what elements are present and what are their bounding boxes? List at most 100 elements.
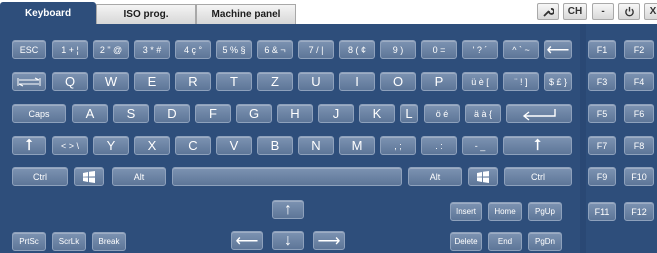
key-arrow-down[interactable]: ↓ <box>272 231 304 250</box>
key-h[interactable]: H <box>277 104 313 123</box>
key-shift-right[interactable]: ⭡ <box>503 136 572 155</box>
key-5[interactable]: 5 % § <box>216 40 252 59</box>
key-pgup[interactable]: PgUp <box>528 202 562 221</box>
key-windows-left[interactable] <box>74 167 104 186</box>
key-k[interactable]: K <box>359 104 395 123</box>
key-9[interactable]: 9 ) <box>380 40 416 59</box>
key-f10[interactable]: F10 <box>624 167 654 186</box>
wrench-icon[interactable] <box>537 3 559 20</box>
keyboard-layout-button[interactable]: CH <box>563 3 587 20</box>
key-r[interactable]: R <box>175 72 211 91</box>
function-key-separator <box>580 24 586 253</box>
key-f7[interactable]: F7 <box>588 136 616 155</box>
key-windows-right[interactable] <box>468 167 498 186</box>
key-i[interactable]: I <box>339 72 375 91</box>
key-v[interactable]: V <box>216 136 252 155</box>
key-arrow-right[interactable]: ⟶ <box>313 231 345 250</box>
key-m[interactable]: M <box>339 136 375 155</box>
key-l[interactable]: L <box>400 104 418 123</box>
key-backspace[interactable]: ⟵ <box>544 40 572 59</box>
key-8[interactable]: 8 ( ¢ <box>339 40 375 59</box>
key-f2[interactable]: F2 <box>624 40 654 59</box>
key-d[interactable]: D <box>154 104 190 123</box>
key-f5[interactable]: F5 <box>588 104 616 123</box>
key-c[interactable]: C <box>175 136 211 155</box>
key-4[interactable]: 4 ç ° <box>175 40 211 59</box>
key-f1[interactable]: F1 <box>588 40 616 59</box>
key-7[interactable]: 7 / | <box>298 40 334 59</box>
key-a[interactable]: A <box>72 104 108 123</box>
key-n[interactable]: N <box>298 136 334 155</box>
arrow-up-icon: ↑ <box>284 200 292 218</box>
key-shift-left[interactable]: ⭡ <box>12 136 46 155</box>
minimize-button[interactable]: - <box>592 3 614 20</box>
key-x[interactable]: X <box>134 136 170 155</box>
key-arrow-up[interactable]: ↑ <box>272 200 304 219</box>
key-comma[interactable]: , ; <box>380 136 416 155</box>
key-b[interactable]: B <box>257 136 293 155</box>
key-home[interactable]: Home <box>488 202 522 221</box>
key-o-umlaut[interactable]: ö é <box>424 104 460 123</box>
key-f11[interactable]: F11 <box>588 202 616 221</box>
key-1[interactable]: 1 + ¦ <box>52 40 88 59</box>
shift-icon: ⭡ <box>533 136 542 154</box>
key-s[interactable]: S <box>113 104 149 123</box>
key-f12[interactable]: F12 <box>624 202 654 221</box>
key-space[interactable] <box>172 167 402 186</box>
key-less-than[interactable]: < > \ <box>52 136 88 155</box>
key-caret[interactable]: ^ ` ~ <box>503 40 539 59</box>
key-ctrl-right[interactable]: Ctrl <box>504 167 572 186</box>
key-f8[interactable]: F8 <box>624 136 654 155</box>
key-f4[interactable]: F4 <box>624 72 654 91</box>
key-alt-right[interactable]: Alt <box>408 167 462 186</box>
tab-keyboard[interactable]: Keyboard <box>0 2 96 24</box>
key-alt-left[interactable]: Alt <box>112 167 166 186</box>
windows-icon <box>477 170 489 183</box>
key-f[interactable]: F <box>195 104 231 123</box>
key-u-umlaut[interactable]: ü è [ <box>462 72 498 91</box>
key-a-umlaut[interactable]: ä à { <box>465 104 501 123</box>
tab-machine-panel[interactable]: Machine panel <box>196 4 296 24</box>
tab-iso-prog[interactable]: ISO prog. <box>96 4 196 24</box>
key-tab[interactable] <box>12 72 46 91</box>
key-3[interactable]: 3 * # <box>134 40 170 59</box>
key-f6[interactable]: F6 <box>624 104 654 123</box>
key-end[interactable]: End <box>488 232 522 251</box>
key-break[interactable]: Break <box>92 232 126 251</box>
key-j[interactable]: J <box>318 104 354 123</box>
key-ctrl-left[interactable]: Ctrl <box>12 167 68 186</box>
key-insert[interactable]: Insert <box>450 202 482 221</box>
key-g[interactable]: G <box>236 104 272 123</box>
key-delete[interactable]: Delete <box>450 232 482 251</box>
key-t[interactable]: T <box>216 72 252 91</box>
key-p[interactable]: P <box>421 72 457 91</box>
key-u[interactable]: U <box>298 72 334 91</box>
key-prtsc[interactable]: PrtSc <box>12 232 46 251</box>
key-0[interactable]: 0 = <box>421 40 457 59</box>
key-6[interactable]: 6 & ¬ <box>257 40 293 59</box>
key-esc[interactable]: ESC <box>12 40 46 59</box>
key-pgdn[interactable]: PgDn <box>528 232 562 251</box>
key-period[interactable]: . : <box>421 136 457 155</box>
power-icon[interactable] <box>618 3 640 20</box>
key-diaeresis[interactable]: ¨ ! ] <box>503 72 539 91</box>
key-z[interactable]: Z <box>257 72 293 91</box>
key-y[interactable]: Y <box>93 136 129 155</box>
key-apostrophe[interactable]: ' ? ´ <box>462 40 498 59</box>
key-minus[interactable]: - _ <box>462 136 498 155</box>
close-button[interactable]: X <box>644 3 657 20</box>
key-arrow-left[interactable]: ⟵ <box>231 231 263 250</box>
key-2[interactable]: 2 " @ <box>93 40 129 59</box>
key-dollar[interactable]: $ £ } <box>544 72 572 91</box>
key-f3[interactable]: F3 <box>588 72 616 91</box>
shift-icon: ⭡ <box>25 136 33 154</box>
arrow-down-icon: ↓ <box>284 231 292 249</box>
key-caps[interactable]: Caps <box>12 104 66 123</box>
key-enter[interactable] <box>506 104 572 123</box>
key-scrlk[interactable]: ScrLk <box>52 232 86 251</box>
key-w[interactable]: W <box>93 72 129 91</box>
key-f9[interactable]: F9 <box>588 167 616 186</box>
key-e[interactable]: E <box>134 72 170 91</box>
key-q[interactable]: Q <box>52 72 88 91</box>
key-o[interactable]: O <box>380 72 416 91</box>
